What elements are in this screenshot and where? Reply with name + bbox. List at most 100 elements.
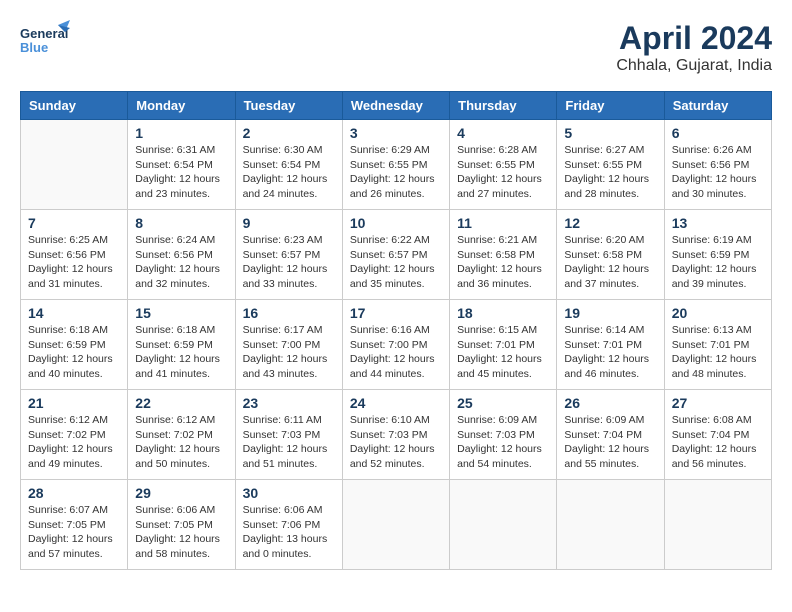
day-number: 12 <box>564 215 656 231</box>
month-year-title: April 2024 <box>616 20 772 57</box>
calendar-day-cell: 7 Sunrise: 6:25 AM Sunset: 6:56 PM Dayli… <box>21 210 128 300</box>
day-info: Sunrise: 6:13 AM Sunset: 7:01 PM Dayligh… <box>672 323 764 382</box>
daylight-hours: Daylight: 12 hours and 57 minutes. <box>28 533 113 560</box>
sunset-time: Sunset: 7:03 PM <box>350 429 428 441</box>
daylight-hours: Daylight: 12 hours and 37 minutes. <box>564 263 649 290</box>
weekday-header-tuesday: Tuesday <box>235 92 342 120</box>
sunset-time: Sunset: 6:55 PM <box>564 159 642 171</box>
sunrise-time: Sunrise: 6:16 AM <box>350 324 430 336</box>
daylight-hours: Daylight: 13 hours and 0 minutes. <box>243 533 328 560</box>
day-number: 18 <box>457 305 549 321</box>
day-info: Sunrise: 6:18 AM Sunset: 6:59 PM Dayligh… <box>135 323 227 382</box>
sunrise-time: Sunrise: 6:30 AM <box>243 144 323 156</box>
sunset-time: Sunset: 6:57 PM <box>243 249 321 261</box>
day-info: Sunrise: 6:31 AM Sunset: 6:54 PM Dayligh… <box>135 143 227 202</box>
calendar-day-cell: 23 Sunrise: 6:11 AM Sunset: 7:03 PM Dayl… <box>235 390 342 480</box>
day-info: Sunrise: 6:16 AM Sunset: 7:00 PM Dayligh… <box>350 323 442 382</box>
weekday-header-wednesday: Wednesday <box>342 92 449 120</box>
calendar-day-cell: 11 Sunrise: 6:21 AM Sunset: 6:58 PM Dayl… <box>450 210 557 300</box>
day-number: 22 <box>135 395 227 411</box>
calendar-day-cell <box>557 480 664 570</box>
day-info: Sunrise: 6:22 AM Sunset: 6:57 PM Dayligh… <box>350 233 442 292</box>
calendar-week-row: 1 Sunrise: 6:31 AM Sunset: 6:54 PM Dayli… <box>21 120 772 210</box>
calendar-day-cell: 4 Sunrise: 6:28 AM Sunset: 6:55 PM Dayli… <box>450 120 557 210</box>
day-number: 8 <box>135 215 227 231</box>
sunset-time: Sunset: 6:59 PM <box>672 249 750 261</box>
calendar-day-cell: 27 Sunrise: 6:08 AM Sunset: 7:04 PM Dayl… <box>664 390 771 480</box>
page-header: General Blue April 2024 Chhala, Gujarat,… <box>20 20 772 75</box>
calendar-week-row: 7 Sunrise: 6:25 AM Sunset: 6:56 PM Dayli… <box>21 210 772 300</box>
weekday-header-row: SundayMondayTuesdayWednesdayThursdayFrid… <box>21 92 772 120</box>
sunset-time: Sunset: 7:01 PM <box>564 339 642 351</box>
sunset-time: Sunset: 6:58 PM <box>457 249 535 261</box>
day-info: Sunrise: 6:11 AM Sunset: 7:03 PM Dayligh… <box>243 413 335 472</box>
day-number: 2 <box>243 125 335 141</box>
svg-text:General: General <box>20 26 68 41</box>
day-info: Sunrise: 6:12 AM Sunset: 7:02 PM Dayligh… <box>28 413 120 472</box>
daylight-hours: Daylight: 12 hours and 45 minutes. <box>457 353 542 380</box>
daylight-hours: Daylight: 12 hours and 49 minutes. <box>28 443 113 470</box>
sunrise-time: Sunrise: 6:22 AM <box>350 234 430 246</box>
day-number: 24 <box>350 395 442 411</box>
logo: General Blue <box>20 20 70 60</box>
daylight-hours: Daylight: 12 hours and 27 minutes. <box>457 173 542 200</box>
day-info: Sunrise: 6:14 AM Sunset: 7:01 PM Dayligh… <box>564 323 656 382</box>
sunrise-time: Sunrise: 6:13 AM <box>672 324 752 336</box>
logo-icon: General Blue <box>20 20 70 60</box>
day-info: Sunrise: 6:12 AM Sunset: 7:02 PM Dayligh… <box>135 413 227 472</box>
sunrise-time: Sunrise: 6:10 AM <box>350 414 430 426</box>
calendar-day-cell <box>450 480 557 570</box>
day-number: 3 <box>350 125 442 141</box>
location-title: Chhala, Gujarat, India <box>616 57 772 75</box>
calendar-day-cell <box>664 480 771 570</box>
sunset-time: Sunset: 7:02 PM <box>28 429 106 441</box>
sunset-time: Sunset: 7:01 PM <box>672 339 750 351</box>
day-info: Sunrise: 6:15 AM Sunset: 7:01 PM Dayligh… <box>457 323 549 382</box>
calendar-day-cell: 14 Sunrise: 6:18 AM Sunset: 6:59 PM Dayl… <box>21 300 128 390</box>
day-info: Sunrise: 6:20 AM Sunset: 6:58 PM Dayligh… <box>564 233 656 292</box>
weekday-header-saturday: Saturday <box>664 92 771 120</box>
calendar-day-cell: 9 Sunrise: 6:23 AM Sunset: 6:57 PM Dayli… <box>235 210 342 300</box>
sunset-time: Sunset: 7:04 PM <box>564 429 642 441</box>
day-number: 20 <box>672 305 764 321</box>
day-number: 1 <box>135 125 227 141</box>
daylight-hours: Daylight: 12 hours and 40 minutes. <box>28 353 113 380</box>
sunset-time: Sunset: 7:00 PM <box>350 339 428 351</box>
sunset-time: Sunset: 6:55 PM <box>350 159 428 171</box>
sunset-time: Sunset: 6:56 PM <box>672 159 750 171</box>
day-number: 14 <box>28 305 120 321</box>
daylight-hours: Daylight: 12 hours and 23 minutes. <box>135 173 220 200</box>
sunrise-time: Sunrise: 6:31 AM <box>135 144 215 156</box>
sunset-time: Sunset: 6:54 PM <box>135 159 213 171</box>
sunrise-time: Sunrise: 6:11 AM <box>243 414 322 426</box>
day-number: 7 <box>28 215 120 231</box>
calendar-day-cell: 24 Sunrise: 6:10 AM Sunset: 7:03 PM Dayl… <box>342 390 449 480</box>
day-info: Sunrise: 6:17 AM Sunset: 7:00 PM Dayligh… <box>243 323 335 382</box>
daylight-hours: Daylight: 12 hours and 26 minutes. <box>350 173 435 200</box>
day-info: Sunrise: 6:06 AM Sunset: 7:05 PM Dayligh… <box>135 503 227 562</box>
sunset-time: Sunset: 6:58 PM <box>564 249 642 261</box>
svg-text:Blue: Blue <box>20 40 48 55</box>
day-info: Sunrise: 6:28 AM Sunset: 6:55 PM Dayligh… <box>457 143 549 202</box>
calendar-day-cell: 3 Sunrise: 6:29 AM Sunset: 6:55 PM Dayli… <box>342 120 449 210</box>
daylight-hours: Daylight: 12 hours and 33 minutes. <box>243 263 328 290</box>
day-info: Sunrise: 6:09 AM Sunset: 7:04 PM Dayligh… <box>564 413 656 472</box>
calendar-day-cell: 5 Sunrise: 6:27 AM Sunset: 6:55 PM Dayli… <box>557 120 664 210</box>
sunrise-time: Sunrise: 6:24 AM <box>135 234 215 246</box>
daylight-hours: Daylight: 12 hours and 24 minutes. <box>243 173 328 200</box>
day-info: Sunrise: 6:18 AM Sunset: 6:59 PM Dayligh… <box>28 323 120 382</box>
calendar-day-cell: 16 Sunrise: 6:17 AM Sunset: 7:00 PM Dayl… <box>235 300 342 390</box>
calendar-day-cell: 28 Sunrise: 6:07 AM Sunset: 7:05 PM Dayl… <box>21 480 128 570</box>
day-number: 11 <box>457 215 549 231</box>
daylight-hours: Daylight: 12 hours and 30 minutes. <box>672 173 757 200</box>
sunset-time: Sunset: 6:59 PM <box>135 339 213 351</box>
sunrise-time: Sunrise: 6:18 AM <box>135 324 215 336</box>
calendar-day-cell <box>342 480 449 570</box>
sunrise-time: Sunrise: 6:19 AM <box>672 234 752 246</box>
calendar-day-cell: 13 Sunrise: 6:19 AM Sunset: 6:59 PM Dayl… <box>664 210 771 300</box>
calendar-day-cell: 20 Sunrise: 6:13 AM Sunset: 7:01 PM Dayl… <box>664 300 771 390</box>
sunrise-time: Sunrise: 6:21 AM <box>457 234 537 246</box>
day-number: 29 <box>135 485 227 501</box>
calendar-day-cell: 8 Sunrise: 6:24 AM Sunset: 6:56 PM Dayli… <box>128 210 235 300</box>
day-number: 13 <box>672 215 764 231</box>
